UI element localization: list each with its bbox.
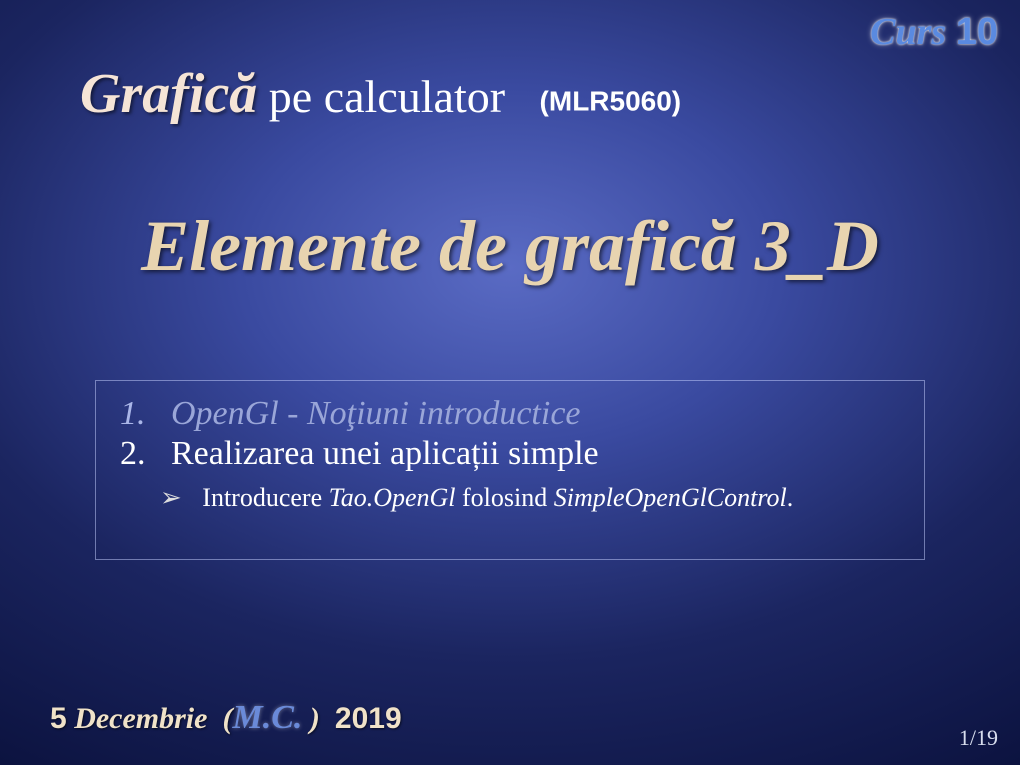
page-total: 19 [976, 725, 998, 750]
content-box: 1. OpenGl - Noţiuni introductice 2. Real… [95, 380, 925, 560]
subtitle: Grafică pe calculator (MLR5060) [80, 62, 681, 126]
paren-close: ) [310, 702, 320, 735]
paren-open: ( [222, 702, 232, 735]
sub-end: . [787, 483, 794, 512]
list-subitem: ➢ Introducere Tao.OpenGl folosind Simple… [120, 483, 900, 513]
footer-date: 5 Decembrie (M.C. ) 2019 [50, 699, 402, 737]
bullet-arrow-icon: ➢ [160, 483, 182, 512]
page-current: 1 [959, 725, 970, 750]
item1-num: 1. [120, 395, 146, 432]
sub-ital2: SimpleOpenGlControl [554, 483, 787, 512]
page-number: 1/19 [959, 725, 998, 751]
subtitle-light: pe calculator [269, 71, 505, 122]
course-tag: Curs 10 [870, 10, 998, 54]
sub-ital1: Tao.OpenGl [329, 483, 456, 512]
item2-text: Realizarea unei aplicații simple [171, 435, 599, 472]
subtitle-strong: Grafică [80, 63, 257, 125]
sub-mid: folosind [456, 483, 554, 512]
footer-year: 2019 [335, 702, 402, 735]
item1-text: OpenGl - Noţiuni introductice [171, 395, 581, 432]
list-item-1: 1. OpenGl - Noţiuni introductice [120, 395, 900, 433]
footer-day: 5 [50, 702, 67, 735]
footer-author: M.C. [232, 699, 302, 736]
subtitle-code: (MLR5060) [540, 85, 682, 116]
course-label: Curs [870, 11, 946, 53]
footer-month: Decembrie [74, 702, 207, 735]
main-title: Elemente de grafică 3_D [0, 205, 1020, 288]
sub-pre: Introducere [202, 483, 328, 512]
course-number: 10 [956, 11, 998, 53]
item2-num: 2. [120, 435, 146, 472]
list-item-2: 2. Realizarea unei aplicații simple [120, 435, 900, 473]
